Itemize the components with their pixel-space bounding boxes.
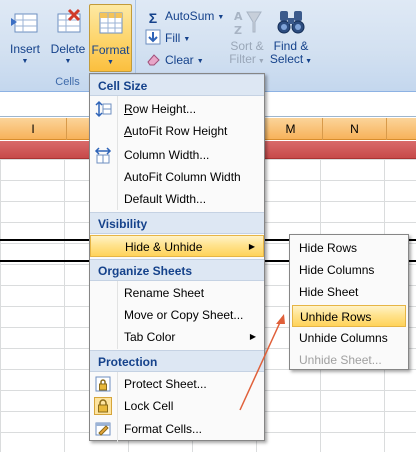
find-select-label-line2: Select xyxy=(269,52,304,66)
chevron-down-icon: ▼ xyxy=(196,58,204,65)
column-header-m[interactable]: M xyxy=(259,118,323,140)
autosum-label: AutoSum xyxy=(165,9,215,23)
row-height-item[interactable]: Row Height... xyxy=(90,98,264,120)
find-select-button[interactable]: Find & Select ▼ xyxy=(269,4,313,70)
chevron-down-icon: ▼ xyxy=(107,59,114,66)
column-width-label: Column Width... xyxy=(124,148,210,162)
sort-filter-button[interactable]: A Z Sort & Filter ▼ xyxy=(225,4,269,70)
protection-header: Protection xyxy=(90,350,264,372)
autofit-column-width-item[interactable]: AutoFit Column Width xyxy=(90,166,264,188)
format-cells-item[interactable]: Format Cells... xyxy=(90,418,264,440)
chevron-down-icon: ▼ xyxy=(64,58,72,65)
sigma-icon: Σ xyxy=(148,10,158,26)
delete-label: Delete xyxy=(50,42,86,56)
column-header-i[interactable]: I xyxy=(0,118,67,140)
unhide-columns-item[interactable]: Unhide Columns xyxy=(292,327,406,349)
protect-sheet-label: Protect Sheet... xyxy=(124,377,207,391)
row-height-icon xyxy=(95,100,112,118)
visibility-header: Visibility xyxy=(90,212,264,234)
autofit-row-height-item[interactable]: AutoFit Row Height xyxy=(90,120,264,142)
protect-sheet-item[interactable]: Protect Sheet... xyxy=(90,373,264,395)
chevron-down-icon: ▼ xyxy=(255,58,265,65)
hide-unhide-label: Hide & Unhide xyxy=(125,240,203,254)
hide-unhide-item[interactable]: Hide & Unhide ▶ xyxy=(90,235,264,257)
protect-sheet-icon xyxy=(95,376,111,392)
hide-unhide-submenu: Hide Rows Hide Columns Hide Sheet Unhide… xyxy=(289,234,409,370)
column-header-partial[interactable] xyxy=(387,118,416,140)
fill-button[interactable]: Fill ▼ xyxy=(145,28,190,48)
unhide-rows-item[interactable]: Unhide Rows xyxy=(292,305,406,327)
column-width-item[interactable]: Column Width... xyxy=(90,144,264,166)
format-label: Format xyxy=(91,43,130,57)
format-cells-dialog-icon xyxy=(95,422,111,436)
binoculars-icon xyxy=(277,11,305,34)
clear-label: Clear xyxy=(165,53,194,67)
find-select-label-line1: Find & xyxy=(273,39,309,53)
delete-button[interactable]: Delete ▼ xyxy=(47,4,89,70)
lock-icon xyxy=(94,397,112,415)
hide-columns-item[interactable]: Hide Columns xyxy=(292,259,406,281)
move-copy-sheet-item[interactable]: Move or Copy Sheet... xyxy=(90,304,264,326)
delete-cells-icon xyxy=(57,8,81,33)
fill-label: Fill xyxy=(165,31,181,45)
insert-button[interactable]: Insert ▼ xyxy=(4,4,46,70)
chevron-down-icon: ▼ xyxy=(217,14,225,21)
chevron-down-icon: ▼ xyxy=(303,58,313,65)
chevron-down-icon: ▼ xyxy=(183,36,191,43)
sort-filter-icon: A Z xyxy=(234,10,262,37)
eraser-icon xyxy=(147,54,160,66)
sort-filter-label-line1: Sort & xyxy=(230,39,264,53)
default-width-item[interactable]: Default Width... xyxy=(90,188,264,210)
tab-color-item[interactable]: Tab Color ▶ xyxy=(90,326,264,348)
autofit-column-width-label: AutoFit Column Width xyxy=(124,170,241,184)
chevron-down-icon: ▼ xyxy=(21,58,29,65)
column-width-icon xyxy=(94,147,112,164)
format-button[interactable]: Format ▼ xyxy=(89,4,132,72)
svg-text:A: A xyxy=(234,10,243,23)
submenu-arrow-icon: ▶ xyxy=(248,242,255,251)
clear-button[interactable]: Clear ▼ xyxy=(145,50,204,70)
insert-cells-icon xyxy=(11,13,38,33)
rename-sheet-label: Rename Sheet xyxy=(124,286,205,300)
sort-filter-label-line2: Filter xyxy=(229,52,256,66)
row-height-label: ow Height... xyxy=(132,102,197,116)
default-width-label: Default Width... xyxy=(124,192,207,206)
format-dropdown-menu: Cell Size Row Height... AutoFit Row Heig… xyxy=(89,73,265,442)
insert-label: Insert xyxy=(9,42,40,56)
lock-cell-item[interactable]: Lock Cell xyxy=(90,395,264,417)
format-cells-label: Format Cells... xyxy=(124,422,203,436)
column-header-n[interactable]: N xyxy=(323,118,387,140)
move-copy-sheet-label: Move or Copy Sheet... xyxy=(124,308,244,322)
cell-size-header: Cell Size xyxy=(90,74,264,96)
fill-down-icon xyxy=(145,29,161,45)
autofit-row-height-label: utoFit Row Height xyxy=(132,124,228,138)
autosum-button[interactable]: Σ AutoSum ▼ xyxy=(145,6,225,26)
submenu-arrow-icon: ▶ xyxy=(249,332,256,341)
format-cells-icon xyxy=(99,12,122,34)
unhide-sheet-item[interactable]: Unhide Sheet... xyxy=(292,349,406,371)
tab-color-label: Tab Color xyxy=(124,330,176,344)
hide-rows-item[interactable]: Hide Rows xyxy=(292,237,406,259)
lock-cell-label: Lock Cell xyxy=(124,399,174,413)
organize-sheets-header: Organize Sheets xyxy=(90,259,264,281)
svg-text:Z: Z xyxy=(234,24,242,37)
rename-sheet-item[interactable]: Rename Sheet xyxy=(90,282,264,304)
hide-sheet-item[interactable]: Hide Sheet xyxy=(292,281,406,303)
